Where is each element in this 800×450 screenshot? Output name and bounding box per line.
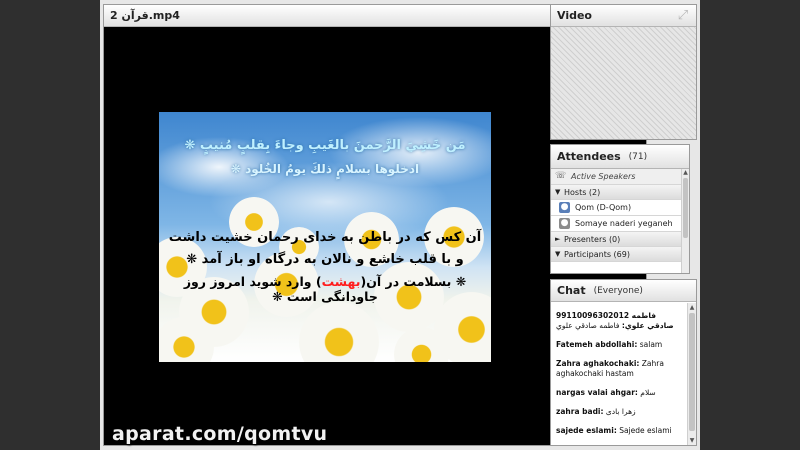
chat-message: Zahra aghakochaki: Zahra aghakochaki has… xyxy=(556,359,681,379)
attendee-row[interactable]: ● Somaye naderi yeganeh xyxy=(551,216,689,232)
host-user-icon: ● xyxy=(559,202,570,213)
chat-message: Fatemeh abdollahi: salam xyxy=(556,340,681,350)
attendees-title: Attendees xyxy=(557,150,621,163)
participants-label: Participants (69) xyxy=(564,249,630,259)
video-pod: Video ⤢ xyxy=(550,4,697,140)
host-user-icon: ● xyxy=(559,218,570,229)
chat-sender: zahra badi: xyxy=(556,407,604,416)
active-speakers-label: Active Speakers xyxy=(571,172,636,181)
chat-title: Chat xyxy=(557,284,586,297)
hosts-label: Hosts (2) xyxy=(564,187,601,197)
chat-pod: Chat (Everyone) 99110096302012 فاطمه صاد… xyxy=(550,279,697,446)
attendees-pod: Attendees (71) ☏ Active Speakers ▼ Hosts… xyxy=(550,144,690,274)
slide-translation-2: و با قلب خاشع و نالان به درگاه او باز آم… xyxy=(186,252,464,267)
chat-sender: nargas valai ahgar: xyxy=(556,388,638,397)
slide-translation-3: ❋ بسلامت در آن(بهشت) وارد شوید امروز روز… xyxy=(159,274,491,304)
slide-translation-3-start: ❋ بسلامت در آن( xyxy=(360,274,467,289)
attendees-count: (71) xyxy=(628,151,648,162)
chat-message: zahra badi: زهرا بادی xyxy=(556,407,681,417)
collapse-arrow-icon: ▼ xyxy=(555,188,561,196)
scroll-thumb[interactable] xyxy=(683,178,688,238)
slide-verse-arabic-2: ادخلوها بسلامٍ ذلكَ يومُ الخُلود ❋ xyxy=(230,162,420,176)
hosts-section[interactable]: ▼ Hosts (2) xyxy=(551,185,689,200)
chat-message: sajede eslami: Sajede eslami xyxy=(556,426,681,436)
expand-arrow-icon: ► xyxy=(555,235,561,243)
presenters-label: Presenters (0) xyxy=(564,234,621,244)
attendees-pod-header: Attendees (71) xyxy=(551,145,689,169)
scroll-down-icon[interactable]: ▼ xyxy=(688,436,696,445)
presenters-section[interactable]: ► Presenters (0) xyxy=(551,232,689,247)
attendee-name: Somaye naderi yeganeh xyxy=(575,219,673,228)
chat-sender: sajede eslami: xyxy=(556,426,617,435)
attendee-name: Qom (D-Qom) xyxy=(575,203,632,212)
slide-translation-1: آن کس که در باطن به خدای رحمان خشیت داشت xyxy=(168,230,482,245)
video-frame: مَن خَشِيَ الرَّحمنَ بالغَيبِ وجاءَ بِقل… xyxy=(159,112,491,362)
watermark: aparat.com/qomtvu xyxy=(112,423,328,445)
chat-scrollbar[interactable]: ▲ ▼ xyxy=(687,303,696,445)
video-pod-title: Video xyxy=(557,9,592,22)
active-speakers-row[interactable]: ☏ Active Speakers xyxy=(551,169,689,185)
slide-highlight-word: بهشت xyxy=(321,274,361,289)
chat-sender: Zahra aghakochaki: xyxy=(556,359,640,368)
scroll-up-icon[interactable]: ▲ xyxy=(688,303,696,312)
chat-message: nargas valai ahgar: سلام xyxy=(556,388,681,398)
chat-text: salam xyxy=(639,340,663,349)
attendee-row[interactable]: ● Qom (D-Qom) xyxy=(551,200,689,216)
attendees-scrollbar[interactable]: ▲ xyxy=(681,169,689,273)
fullscreen-icon[interactable]: ⤢ xyxy=(675,8,691,24)
scroll-up-icon[interactable]: ▲ xyxy=(682,169,689,177)
chat-pod-header: Chat (Everyone) xyxy=(551,280,696,302)
chat-text: Sajede eslami xyxy=(619,426,672,435)
share-pod-title: قرآن 2.mp4 xyxy=(110,9,180,22)
chat-text: سلام xyxy=(640,388,656,397)
chat-text: زهرا بادی xyxy=(605,407,636,416)
meeting-room: قرآن 2.mp4 ⤢ مَن خَشِيَ الرَّحمنَ بالغَي… xyxy=(100,0,700,450)
chat-message-list: 99110096302012 فاطمه صادقي علوي: فاطمه ص… xyxy=(551,303,686,445)
chat-sender: Fatemeh abdollahi: xyxy=(556,340,638,349)
chat-text: فاطمه صادقي علوي xyxy=(556,321,620,330)
participants-section[interactable]: ▼ Participants (69) xyxy=(551,247,689,262)
slide-verse-arabic-1: مَن خَشِيَ الرَّحمنَ بالغَيبِ وجاءَ بِقل… xyxy=(184,138,466,153)
phone-icon: ☏ xyxy=(555,171,567,181)
chat-scope[interactable]: (Everyone) xyxy=(594,286,643,296)
video-pod-header: Video ⤢ xyxy=(551,5,696,27)
chat-message: 99110096302012 فاطمه صادقي علوي: فاطمه ص… xyxy=(556,311,681,331)
collapse-arrow-icon: ▼ xyxy=(555,250,561,258)
video-placeholder xyxy=(551,27,696,139)
scroll-thumb[interactable] xyxy=(689,313,695,431)
